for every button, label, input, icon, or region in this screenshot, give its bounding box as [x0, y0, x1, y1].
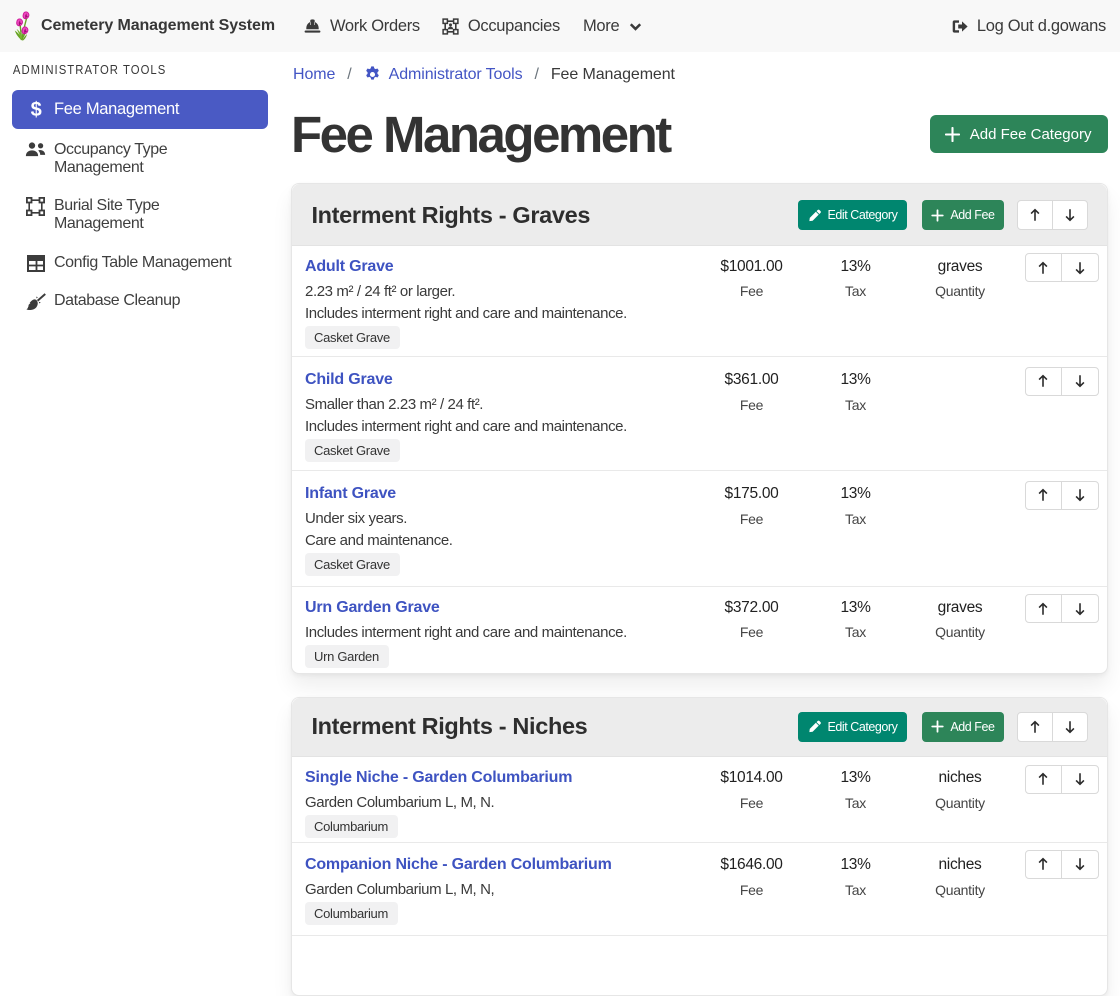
svg-text:$: $: [30, 100, 41, 119]
